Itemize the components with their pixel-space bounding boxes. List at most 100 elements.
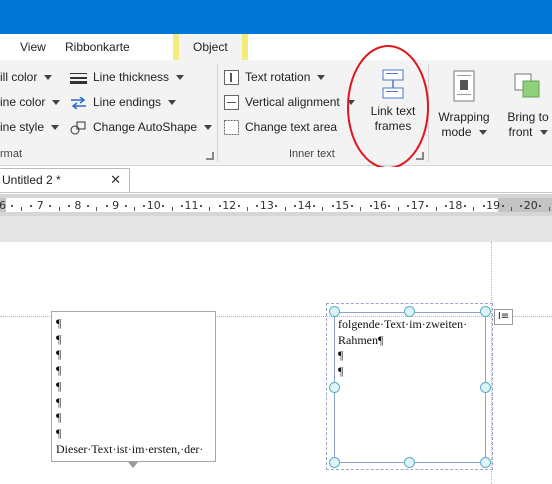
line-thickness-icon [70, 72, 87, 84]
ruler-dot [143, 205, 146, 207]
line-color-label: ine color [0, 95, 46, 109]
chevron-down-icon [204, 125, 213, 131]
tab-ribbonkarte[interactable]: Ribbonkarte [65, 34, 130, 60]
line-style-button[interactable]: ine style [0, 117, 60, 137]
change-autoshape-button[interactable]: Change AutoShape [70, 117, 213, 137]
ruler-tick [397, 207, 399, 211]
ruler-dot [218, 205, 221, 207]
shapes-icon [70, 121, 86, 135]
resize-handle-bottom-right[interactable] [480, 457, 491, 468]
ruler-label: 17 [410, 199, 425, 212]
resize-handle-right[interactable] [480, 382, 491, 393]
close-icon[interactable]: ✕ [110, 169, 121, 191]
text-area-icon [224, 120, 239, 136]
ruler-dot [237, 205, 240, 207]
bring-to-front-label-2: front [500, 125, 552, 140]
line-endings-button[interactable]: Line endings [70, 92, 177, 112]
ruler-dot [369, 205, 372, 207]
resize-handle-bottom[interactable] [404, 457, 415, 468]
ruler-dot [444, 205, 447, 207]
fill-color-button[interactable]: ill color [0, 67, 53, 87]
ruler-tick [322, 207, 324, 211]
ribbon: ill color ine color ine style Line thick… [0, 45, 552, 169]
format-group-label: rmat [0, 148, 22, 160]
resize-handle-top-right[interactable] [480, 306, 491, 317]
line-endings-label: Line endings [93, 95, 162, 109]
document-tab-bar: Untitled 2 * ✕ [0, 167, 552, 193]
ruler-dot [49, 205, 52, 207]
change-text-area-button[interactable]: Change text area [224, 117, 337, 137]
ruler-dot [199, 205, 202, 207]
tab-view[interactable]: View [20, 34, 46, 60]
ruler-label: 6 [0, 199, 6, 212]
ruler-dot [256, 205, 259, 207]
text-frame-2-content[interactable]: folgende·Text·im·zweiten· Rahmen¶ ¶ ¶ [338, 317, 467, 380]
chevron-down-icon [52, 100, 61, 106]
horizontal-ruler[interactable]: 6 7 8 9 10 11 12 13 14 15 16 17 18 19 20 [0, 194, 552, 216]
document-tab[interactable]: Untitled 2 * ✕ [0, 168, 130, 192]
ruler-dot [105, 205, 108, 207]
ruler-dot [426, 205, 429, 207]
title-bar [0, 0, 552, 34]
vertical-alignment-button[interactable]: Vertical alignment [224, 92, 355, 112]
ruler-label: 13 [259, 199, 274, 212]
resize-handle-top[interactable] [404, 306, 415, 317]
frame-link-indicator [128, 462, 138, 468]
line-color-button[interactable]: ine color [0, 92, 61, 112]
ruler-tick [96, 207, 98, 211]
text-rotation-icon [224, 70, 239, 86]
ruler-dot [520, 205, 523, 207]
ruler-tick [548, 207, 550, 211]
ruler-tick [58, 207, 60, 211]
text-box-icon[interactable]: I≡ [494, 309, 513, 325]
text-frame-1-content[interactable]: ¶ ¶ ¶ ¶ ¶ ¶ ¶ ¶ Dieser·Text·ist·im·erste… [56, 316, 203, 457]
ruler-label: 18 [448, 199, 463, 212]
ruler-tick [435, 207, 437, 211]
resize-handle-top-left[interactable] [329, 306, 340, 317]
ruler-dot [294, 205, 297, 207]
tab-object[interactable]: Object [173, 34, 248, 60]
change-text-area-label: Change text area [245, 120, 338, 134]
chevron-down-icon [317, 75, 326, 81]
ruler-dot [388, 205, 391, 207]
ruler-dot [501, 205, 504, 207]
ruler-tick [510, 207, 512, 211]
ruler-dot [162, 205, 165, 207]
resize-handle-bottom-left[interactable] [329, 457, 340, 468]
chevron-down-icon [44, 75, 53, 81]
inner-text-group-label: Inner text [289, 148, 335, 160]
format-group-launcher-icon[interactable] [206, 152, 214, 160]
ruler-tick [133, 207, 135, 211]
document-tab-title: Untitled 2 * [2, 173, 61, 187]
ruler-dot [124, 205, 127, 207]
resize-handle-left[interactable] [329, 382, 340, 393]
ruler-tick [473, 207, 475, 211]
bring-to-front-icon [514, 73, 540, 98]
text-frame-2[interactable]: folgende·Text·im·zweiten· Rahmen¶ ¶ ¶ [334, 312, 486, 463]
ruler-label: 14 [297, 199, 312, 212]
ruler-dot [11, 205, 14, 207]
bring-to-front-button[interactable]: Bring to front [500, 70, 552, 140]
change-autoshape-label: Change AutoShape [93, 120, 198, 134]
chevron-down-icon [539, 130, 548, 136]
wrapping-mode-label-2: mode [435, 125, 493, 140]
ruler-tick [20, 207, 22, 211]
ruler-label: 7 [36, 199, 44, 212]
ruler-tick [284, 207, 286, 211]
line-endings-icon [71, 96, 86, 109]
bring-to-front-label-1: Bring to [507, 110, 549, 124]
text-rotation-button[interactable]: Text rotation [224, 67, 326, 87]
ruler-dot [463, 205, 466, 207]
text-frame-1[interactable]: ¶ ¶ ¶ ¶ ¶ ¶ ¶ ¶ Dieser·Text·ist·im·erste… [51, 311, 216, 462]
ruler-dot [407, 205, 410, 207]
ruler-label: 12 [222, 199, 237, 212]
wrapping-mode-button[interactable]: Wrapping mode [435, 70, 493, 140]
ruler-label: 10 [146, 199, 161, 212]
chevron-down-icon [168, 100, 177, 106]
ruler-label: 19 [486, 199, 501, 212]
ruler-dot [482, 205, 485, 207]
workspace-gap [0, 216, 552, 242]
ruler-label: 16 [373, 199, 387, 212]
wrapping-icon [453, 70, 475, 102]
line-thickness-button[interactable]: Line thickness [70, 67, 185, 87]
